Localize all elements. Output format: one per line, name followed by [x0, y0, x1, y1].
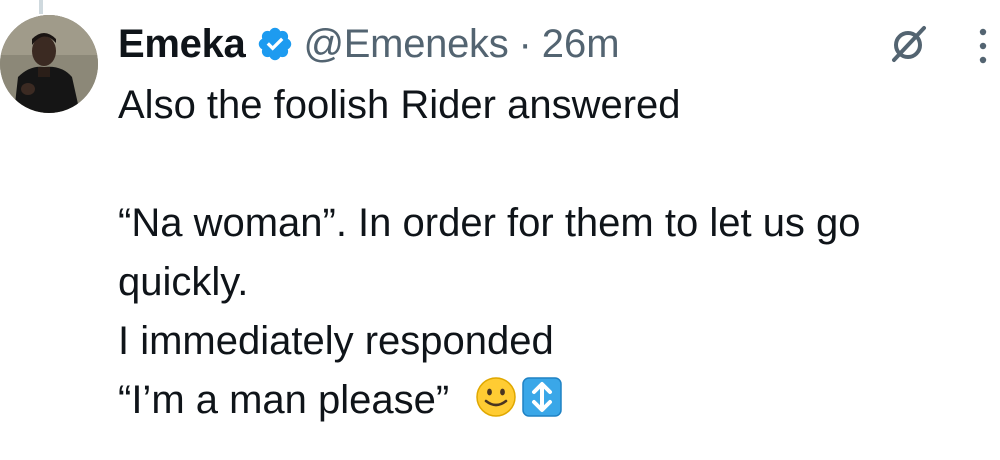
thread-connector-line [39, 0, 43, 14]
tweet-text: Also the foolish Rider answered “Na woma… [118, 76, 990, 430]
verified-badge-icon [258, 27, 291, 61]
tweet-line: Also the foolish Rider answered [118, 83, 681, 127]
slightly-smiling-face-icon [476, 377, 517, 417]
up-down-arrow-icon [522, 377, 563, 417]
author-handle[interactable]: @Emeneks [304, 22, 509, 67]
tweet-line-text: “I’m a man please” [118, 378, 450, 422]
avatar[interactable] [0, 15, 98, 113]
grok-icon[interactable] [886, 22, 930, 66]
author-name[interactable]: Emeka [118, 22, 246, 67]
separator-dot: · [518, 21, 532, 66]
tweet-line: I immediately responded [118, 319, 554, 363]
tweet-header: Emeka @Emeneks · 26m [118, 16, 620, 72]
avatar-image [0, 15, 98, 113]
tweet-line: quickly. [118, 260, 249, 304]
tweet-line-last: “I’m a man please” [118, 371, 990, 430]
more-options-icon[interactable] [976, 24, 990, 68]
post-time[interactable]: 26m [542, 22, 620, 67]
tweet-line: “Na woman”. In order for them to let us … [118, 201, 861, 245]
